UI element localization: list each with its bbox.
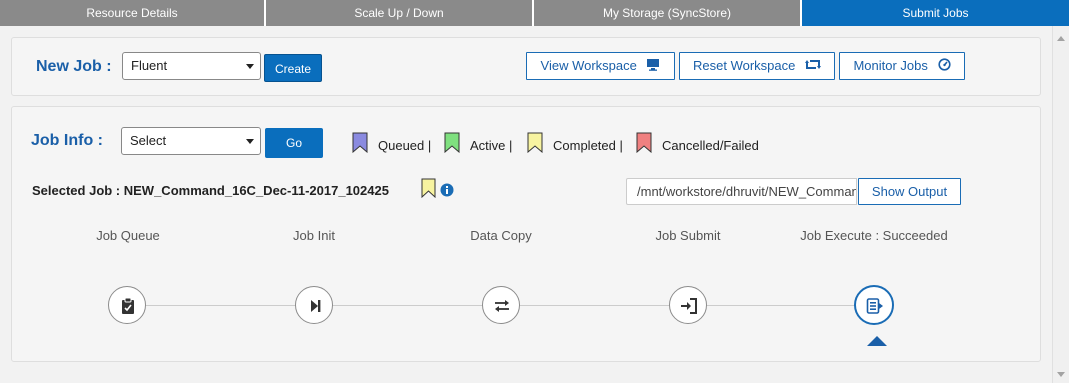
output-path-field[interactable]: /mnt/workstore/dhruvit/NEW_Command_16C_D…: [626, 178, 857, 205]
create-button[interactable]: Create: [264, 54, 322, 82]
monitor-jobs-label: Monitor Jobs: [853, 58, 928, 73]
tab-scale-up-down[interactable]: Scale Up / Down: [266, 0, 534, 26]
step-label-job-queue: Job Queue: [96, 228, 160, 243]
tab-resource-details[interactable]: Resource Details: [0, 0, 266, 26]
tab-my-storage[interactable]: My Storage (SyncStore): [534, 0, 802, 26]
job-info-select[interactable]: Select: [121, 127, 261, 155]
show-output-button[interactable]: Show Output: [858, 178, 961, 205]
clipboard-icon: [122, 297, 134, 314]
caret-down-icon: [246, 139, 254, 144]
step-data-copy[interactable]: [482, 286, 520, 324]
tab-submit-jobs[interactable]: Submit Jobs: [802, 0, 1069, 26]
dashboard-gauge-icon: [937, 54, 951, 80]
step-job-execute[interactable]: [854, 285, 894, 325]
monitor-jobs-button[interactable]: Monitor Jobs: [839, 52, 965, 80]
bookmark-queued-icon: [352, 132, 368, 153]
info-icon[interactable]: [440, 183, 454, 197]
step-job-init[interactable]: [295, 286, 333, 324]
scroll-up-arrow-icon[interactable]: [1057, 36, 1065, 41]
scroll-down-arrow-icon[interactable]: [1057, 372, 1065, 377]
caret-down-icon: [246, 64, 254, 69]
tab-bar: Resource Details Scale Up / Down My Stor…: [0, 0, 1069, 26]
job-info-label: Job Info :: [31, 132, 103, 149]
new-job-label: New Job :: [36, 58, 112, 75]
view-workspace-button[interactable]: View Workspace: [526, 52, 675, 80]
bookmark-completed-icon: [421, 178, 436, 198]
reset-workspace-label: Reset Workspace: [693, 58, 796, 73]
go-button[interactable]: Go: [265, 128, 323, 158]
monitor-icon: [646, 54, 660, 80]
step-label-job-submit: Job Submit: [655, 228, 721, 243]
vertical-scrollbar[interactable]: [1052, 26, 1069, 383]
execute-list-icon: [866, 298, 883, 314]
current-step-pointer-icon: [867, 336, 887, 346]
new-job-select-value: Fluent: [131, 58, 168, 73]
bookmark-active-icon: [444, 132, 460, 153]
exchange-icon: [495, 300, 509, 312]
job-info-select-value: Select: [130, 133, 167, 148]
step-label-data-copy: Data Copy: [470, 228, 532, 243]
reset-workspace-button[interactable]: Reset Workspace: [679, 52, 835, 80]
new-job-select[interactable]: Fluent: [122, 52, 261, 80]
step-label-job-init: Job Init: [293, 228, 335, 243]
step-label-job-execute: Job Execute : Succeeded: [800, 228, 948, 243]
bookmark-completed-icon: [527, 132, 543, 153]
selected-job-text: Selected Job : NEW_Command_16C_Dec-11-20…: [32, 183, 389, 198]
step-job-queue[interactable]: [108, 286, 146, 324]
bookmark-cancelled-icon: [636, 132, 652, 153]
retweet-icon: [804, 54, 821, 80]
step-forward-icon: [311, 300, 321, 312]
sign-in-icon: [681, 298, 697, 314]
view-workspace-label: View Workspace: [540, 58, 637, 73]
step-job-submit[interactable]: [669, 286, 707, 324]
